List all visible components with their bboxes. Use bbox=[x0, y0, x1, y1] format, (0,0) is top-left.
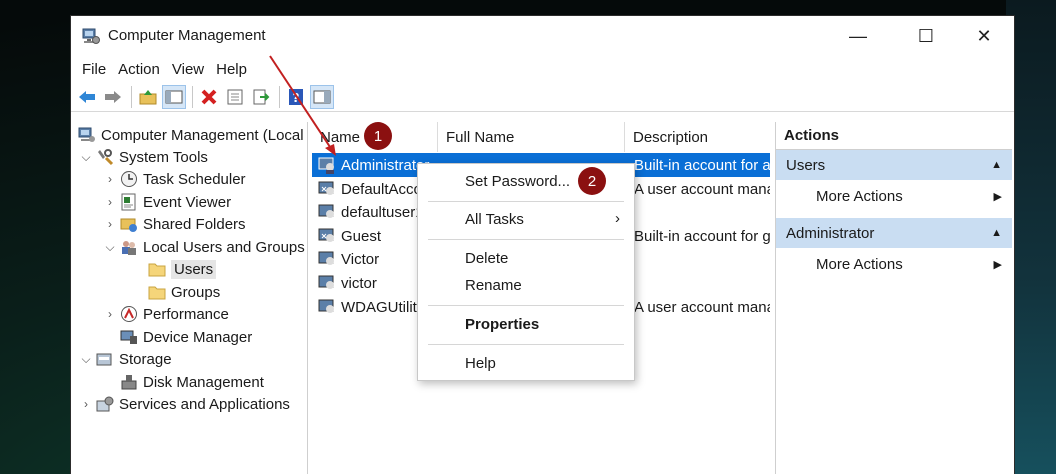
tree-item-computer-management[interactable]: Computer Management (Local bbox=[75, 124, 304, 146]
chevron-right-icon[interactable]: › bbox=[79, 397, 93, 411]
actions-pane: Actions Users ▲ More Actions ▶ Administr… bbox=[775, 122, 1012, 474]
tree-item-system-tools[interactable]: ⌵ System Tools bbox=[79, 146, 208, 168]
chevron-right-icon[interactable]: › bbox=[103, 307, 117, 321]
show-action-pane-icon[interactable] bbox=[310, 84, 334, 109]
folder-icon bbox=[147, 282, 167, 302]
menu-item-properties[interactable]: Properties bbox=[465, 316, 539, 333]
more-actions-administrator[interactable]: More Actions ▶ bbox=[776, 248, 1012, 280]
chevron-right-icon[interactable]: › bbox=[103, 172, 117, 186]
disk-management-icon bbox=[119, 372, 139, 392]
back-arrow-icon[interactable] bbox=[75, 85, 99, 109]
menu-item-rename[interactable]: Rename bbox=[465, 277, 522, 294]
tree-item-groups[interactable]: Groups bbox=[145, 281, 220, 303]
window-title: Computer Management bbox=[108, 27, 266, 44]
users-group-icon bbox=[119, 237, 139, 257]
chevron-down-icon[interactable]: ⌵ bbox=[103, 240, 117, 255]
disabled-user-icon bbox=[318, 226, 338, 246]
storage-icon bbox=[95, 349, 115, 369]
tree-item-performance[interactable]: › Performance bbox=[103, 303, 229, 325]
step-badge-2: 2 bbox=[578, 167, 606, 195]
toolbar-separator bbox=[192, 85, 193, 108]
disabled-user-icon bbox=[318, 179, 338, 199]
user-icon bbox=[318, 202, 338, 222]
actions-section-users[interactable]: Users ▲ bbox=[776, 150, 1012, 180]
toolbar-separator bbox=[131, 85, 132, 108]
menu-help[interactable]: Help bbox=[210, 61, 253, 78]
column-header-description[interactable]: Description bbox=[625, 122, 770, 152]
menu-view[interactable]: View bbox=[166, 61, 210, 78]
menu-file[interactable]: File bbox=[76, 61, 112, 78]
tree-item-disk-management[interactable]: Disk Management bbox=[117, 371, 264, 393]
tree-item-services-and-applications[interactable]: › Services and Applications bbox=[79, 393, 290, 415]
help-icon[interactable]: ? bbox=[284, 85, 308, 109]
menu-action[interactable]: Action bbox=[112, 61, 166, 78]
menu-item-help[interactable]: Help bbox=[465, 355, 496, 372]
user-icon bbox=[318, 297, 338, 317]
computer-management-icon bbox=[77, 125, 97, 145]
tree-item-event-viewer[interactable]: › Event Viewer bbox=[103, 191, 231, 213]
performance-icon bbox=[119, 304, 139, 324]
tree-item-shared-folders[interactable]: › Shared Folders bbox=[103, 213, 246, 235]
minimize-button[interactable]: — bbox=[828, 16, 888, 56]
chevron-right-icon[interactable]: › bbox=[103, 195, 117, 209]
properties-icon[interactable] bbox=[223, 85, 247, 109]
shared-folder-icon bbox=[119, 214, 139, 234]
step-badge-1: 1 bbox=[364, 122, 392, 150]
collapse-up-icon[interactable]: ▲ bbox=[991, 227, 1002, 239]
menu-item-set-password[interactable]: Set Password... bbox=[465, 173, 570, 190]
collapse-up-icon[interactable]: ▲ bbox=[991, 159, 1002, 171]
column-header-full-name[interactable]: Full Name bbox=[438, 122, 625, 152]
close-button[interactable]: ✕ bbox=[954, 16, 1014, 56]
clock-icon bbox=[119, 169, 139, 189]
forward-arrow-icon[interactable] bbox=[101, 85, 125, 109]
tree-item-users[interactable]: Users bbox=[145, 258, 217, 280]
folder-icon bbox=[147, 259, 167, 279]
up-folder-icon[interactable] bbox=[136, 85, 160, 109]
more-actions-users[interactable]: More Actions ▶ bbox=[776, 180, 1012, 212]
submenu-arrow-icon: ▶ bbox=[993, 190, 1002, 203]
user-icon bbox=[318, 155, 338, 175]
system-tools-icon bbox=[95, 147, 115, 167]
delete-icon[interactable] bbox=[197, 85, 221, 109]
menu-bar: File Action View Help bbox=[71, 56, 1014, 82]
event-viewer-icon bbox=[119, 192, 139, 212]
user-icon bbox=[318, 273, 338, 293]
submenu-arrow-icon: › bbox=[615, 210, 620, 227]
svg-text:?: ? bbox=[293, 91, 300, 105]
menu-separator bbox=[428, 239, 624, 240]
show-hide-console-tree-icon[interactable] bbox=[162, 84, 186, 109]
chevron-down-icon[interactable]: ⌵ bbox=[79, 352, 93, 367]
computer-management-icon bbox=[81, 26, 101, 46]
actions-section-administrator[interactable]: Administrator ▲ bbox=[776, 218, 1012, 248]
toolbar: ? bbox=[71, 82, 1014, 112]
actions-title: Actions bbox=[776, 122, 1012, 150]
tree-item-local-users-and-groups[interactable]: ⌵ Local Users and Groups bbox=[103, 236, 304, 258]
console-tree: Computer Management (Local ⌵ System Tool… bbox=[71, 122, 308, 474]
menu-item-delete[interactable]: Delete bbox=[465, 250, 508, 267]
submenu-arrow-icon: ▶ bbox=[993, 258, 1002, 271]
menu-separator bbox=[428, 201, 624, 202]
tree-item-task-scheduler[interactable]: › Task Scheduler bbox=[103, 168, 246, 190]
services-icon bbox=[95, 394, 115, 414]
user-icon bbox=[318, 249, 338, 269]
menu-separator bbox=[428, 305, 624, 306]
menu-item-all-tasks[interactable]: All Tasks bbox=[465, 211, 524, 228]
tree-item-device-manager[interactable]: Device Manager bbox=[117, 326, 252, 348]
toolbar-separator bbox=[279, 85, 280, 108]
export-list-icon[interactable] bbox=[249, 85, 273, 109]
device-manager-icon bbox=[119, 327, 139, 347]
menu-separator bbox=[428, 344, 624, 345]
title-bar: Computer Management — ☐ ✕ bbox=[71, 16, 1014, 56]
context-menu: Set Password... All Tasks › Delete Renam… bbox=[417, 163, 635, 381]
maximize-button[interactable]: ☐ bbox=[896, 16, 956, 56]
tree-item-storage[interactable]: ⌵ Storage bbox=[79, 348, 171, 370]
chevron-down-icon[interactable]: ⌵ bbox=[79, 150, 93, 165]
chevron-right-icon[interactable]: › bbox=[103, 217, 117, 231]
